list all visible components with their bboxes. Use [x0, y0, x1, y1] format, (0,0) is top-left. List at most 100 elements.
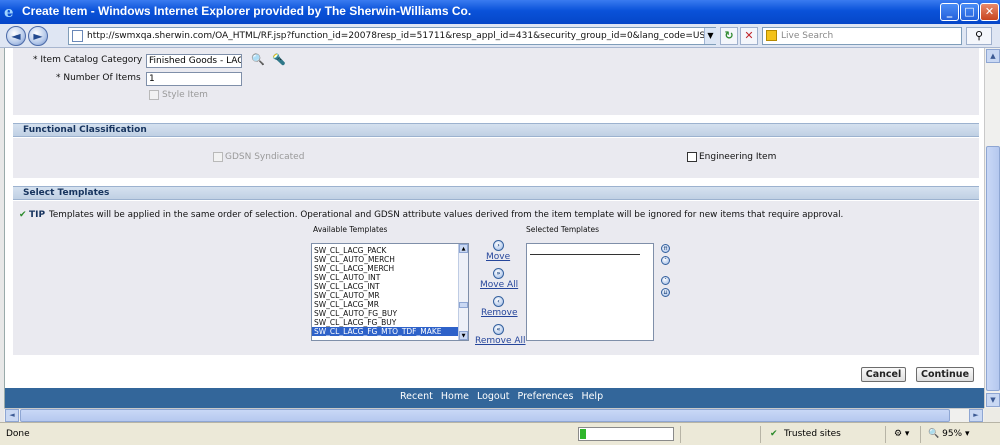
gdsn-syndicated-label: GDSN Syndicated	[225, 152, 305, 162]
engineering-item-checkbox[interactable]	[687, 152, 697, 162]
list-item-selected[interactable]: SW_CL_LACG_FG_MTO_TDF_MAKE	[312, 327, 458, 336]
progress-bar	[578, 427, 674, 441]
move-link[interactable]: Move	[486, 252, 510, 262]
gdsn-syndicated-checkbox	[213, 152, 223, 162]
vertical-scrollbar[interactable]: ▲ ▼	[984, 48, 1000, 408]
move-down-icon[interactable]: ˅	[661, 276, 670, 285]
number-of-items-label: * Number Of Items	[56, 73, 141, 83]
list-placeholder-line	[530, 254, 640, 255]
forward-button[interactable]: ►	[28, 26, 48, 46]
select-templates-header: Select Templates	[13, 186, 979, 200]
move-up-icon[interactable]: ˄	[661, 256, 670, 265]
refresh-button[interactable]: ↻	[720, 27, 738, 45]
zone-text: Trusted sites	[784, 429, 841, 439]
item-catalog-category-input[interactable]: Finished Goods - LACG	[146, 54, 242, 68]
scroll-left-icon[interactable]: ◄	[5, 409, 19, 422]
live-search-icon	[766, 30, 777, 41]
remove-link[interactable]: Remove	[481, 308, 518, 318]
status-separator	[760, 426, 761, 443]
zoom-control[interactable]: 🔍 95% ▾	[928, 427, 970, 442]
url-input[interactable]: http://swmxqa.sherwin.com/OA_HTML/RF.jsp…	[68, 27, 716, 45]
live-search-input[interactable]: Live Search	[762, 27, 962, 45]
ie-logo-icon: e	[4, 3, 14, 21]
list-item[interactable]: SW_CL_LACG_MERCH	[314, 264, 394, 273]
footer-link-preferences[interactable]: Preferences	[518, 391, 574, 402]
functional-classification-panel	[13, 138, 979, 178]
scroll-thumb[interactable]	[459, 302, 468, 308]
remove-all-link[interactable]: Remove All	[475, 336, 526, 346]
search-icon[interactable]: 🔍	[251, 54, 265, 66]
stop-button[interactable]: ✕	[740, 27, 758, 45]
trusted-sites-icon: ✔	[770, 429, 778, 439]
list-item[interactable]: SW_CL_AUTO_MERCH	[314, 255, 395, 264]
scroll-down-icon[interactable]: ▼	[459, 331, 468, 340]
back-button[interactable]: ◄	[6, 26, 26, 46]
item-catalog-category-label: * Item Catalog Category	[33, 55, 143, 65]
scroll-corner	[984, 408, 1000, 422]
list-item[interactable]: SW_CL_AUTO_INT	[314, 273, 380, 282]
progress-fill	[580, 429, 586, 439]
tip-label: TIP	[29, 210, 46, 220]
scroll-right-icon[interactable]: ►	[969, 409, 983, 422]
list-item[interactable]: SW_CL_LACG_FG_BUY	[314, 318, 396, 327]
selected-templates-label: Selected Templates	[526, 225, 600, 234]
selected-templates-list[interactable]	[526, 243, 654, 341]
list-item[interactable]: SW_CL_LACG_PACK	[314, 246, 386, 255]
move-icon[interactable]: ›	[493, 240, 504, 251]
window-titlebar: e Create Item - Windows Internet Explore…	[0, 0, 1000, 24]
search-icon: ⚲	[974, 29, 984, 42]
status-separator	[885, 426, 886, 443]
horizontal-scroll-thumb[interactable]	[20, 409, 950, 422]
move-top-icon[interactable]: ⇈	[661, 244, 670, 253]
page-viewport: * Item Catalog Category Finished Goods -…	[4, 48, 984, 408]
number-of-items-input[interactable]: 1	[146, 72, 242, 86]
style-item-checkbox	[149, 90, 159, 100]
footer-links: Recent Home Logout Preferences Help	[400, 391, 608, 402]
maximize-button[interactable]: □	[960, 3, 979, 21]
list-item[interactable]: SW_CL_LACG_MR	[314, 300, 379, 309]
url-dropdown-icon[interactable]: ▼	[704, 28, 716, 44]
flashlight-icon[interactable]: 🔦	[272, 54, 286, 66]
tip-checkmark-icon: ✔	[19, 210, 27, 220]
search-go-button[interactable]: ⚲	[966, 27, 992, 45]
remove-all-icon[interactable]: «	[493, 324, 504, 335]
list-item[interactable]: SW_CL_LACG_INT	[314, 282, 380, 291]
continue-button[interactable]: Continue	[916, 367, 974, 382]
status-separator	[920, 426, 921, 443]
move-all-icon[interactable]: »	[493, 268, 504, 279]
window-title: Create Item - Windows Internet Explorer …	[22, 4, 472, 18]
status-text: Done	[6, 429, 30, 439]
cancel-button[interactable]: Cancel	[861, 367, 906, 382]
style-item-label: Style Item	[162, 90, 208, 100]
page-footer: Recent Home Logout Preferences Help	[5, 388, 984, 408]
available-list-scrollbar[interactable]: ▲ ▼	[458, 244, 468, 340]
url-text: http://swmxqa.sherwin.com/OA_HTML/RF.jsp…	[87, 31, 715, 41]
status-bar: Done ✔ Trusted sites ⚙ ▾ 🔍 95% ▾	[0, 422, 1000, 445]
engineering-item-label: Engineering Item	[699, 152, 777, 162]
live-search-placeholder: Live Search	[781, 31, 834, 41]
available-templates-list[interactable]: SW_CL_LACG_PACK SW_CL_AUTO_MERCH SW_CL_L…	[311, 243, 469, 341]
horizontal-scrollbar[interactable]: ◄ ►	[4, 408, 984, 422]
list-item[interactable]: SW_CL_AUTO_MR	[314, 291, 380, 300]
protected-mode-icon[interactable]: ⚙ ▾	[894, 427, 909, 442]
footer-link-logout[interactable]: Logout	[477, 391, 510, 402]
footer-link-recent[interactable]: Recent	[400, 391, 433, 402]
functional-classification-header: Functional Classification	[13, 123, 979, 137]
list-item[interactable]: SW_CL_AUTO_FG_BUY	[314, 309, 397, 318]
scroll-up-icon[interactable]: ▲	[986, 49, 1000, 63]
vertical-scroll-thumb[interactable]	[986, 146, 1000, 391]
footer-link-help[interactable]: Help	[581, 391, 603, 402]
tip-text: Templates will be applied in the same or…	[49, 210, 844, 220]
footer-link-home[interactable]: Home	[441, 391, 469, 402]
scroll-up-icon[interactable]: ▲	[459, 244, 468, 253]
minimize-button[interactable]: _	[940, 3, 959, 21]
move-bottom-icon[interactable]: ⇊	[661, 288, 670, 297]
page-icon	[72, 30, 83, 42]
remove-icon[interactable]: ‹	[493, 296, 504, 307]
zoom-icon: 🔍	[928, 429, 940, 439]
zoom-level: 95%	[942, 429, 963, 439]
scroll-down-icon[interactable]: ▼	[986, 393, 1000, 407]
close-button[interactable]: ✕	[980, 3, 999, 21]
move-all-link[interactable]: Move All	[480, 280, 518, 290]
address-bar: ◄ ► http://swmxqa.sherwin.com/OA_HTML/RF…	[0, 24, 1000, 48]
